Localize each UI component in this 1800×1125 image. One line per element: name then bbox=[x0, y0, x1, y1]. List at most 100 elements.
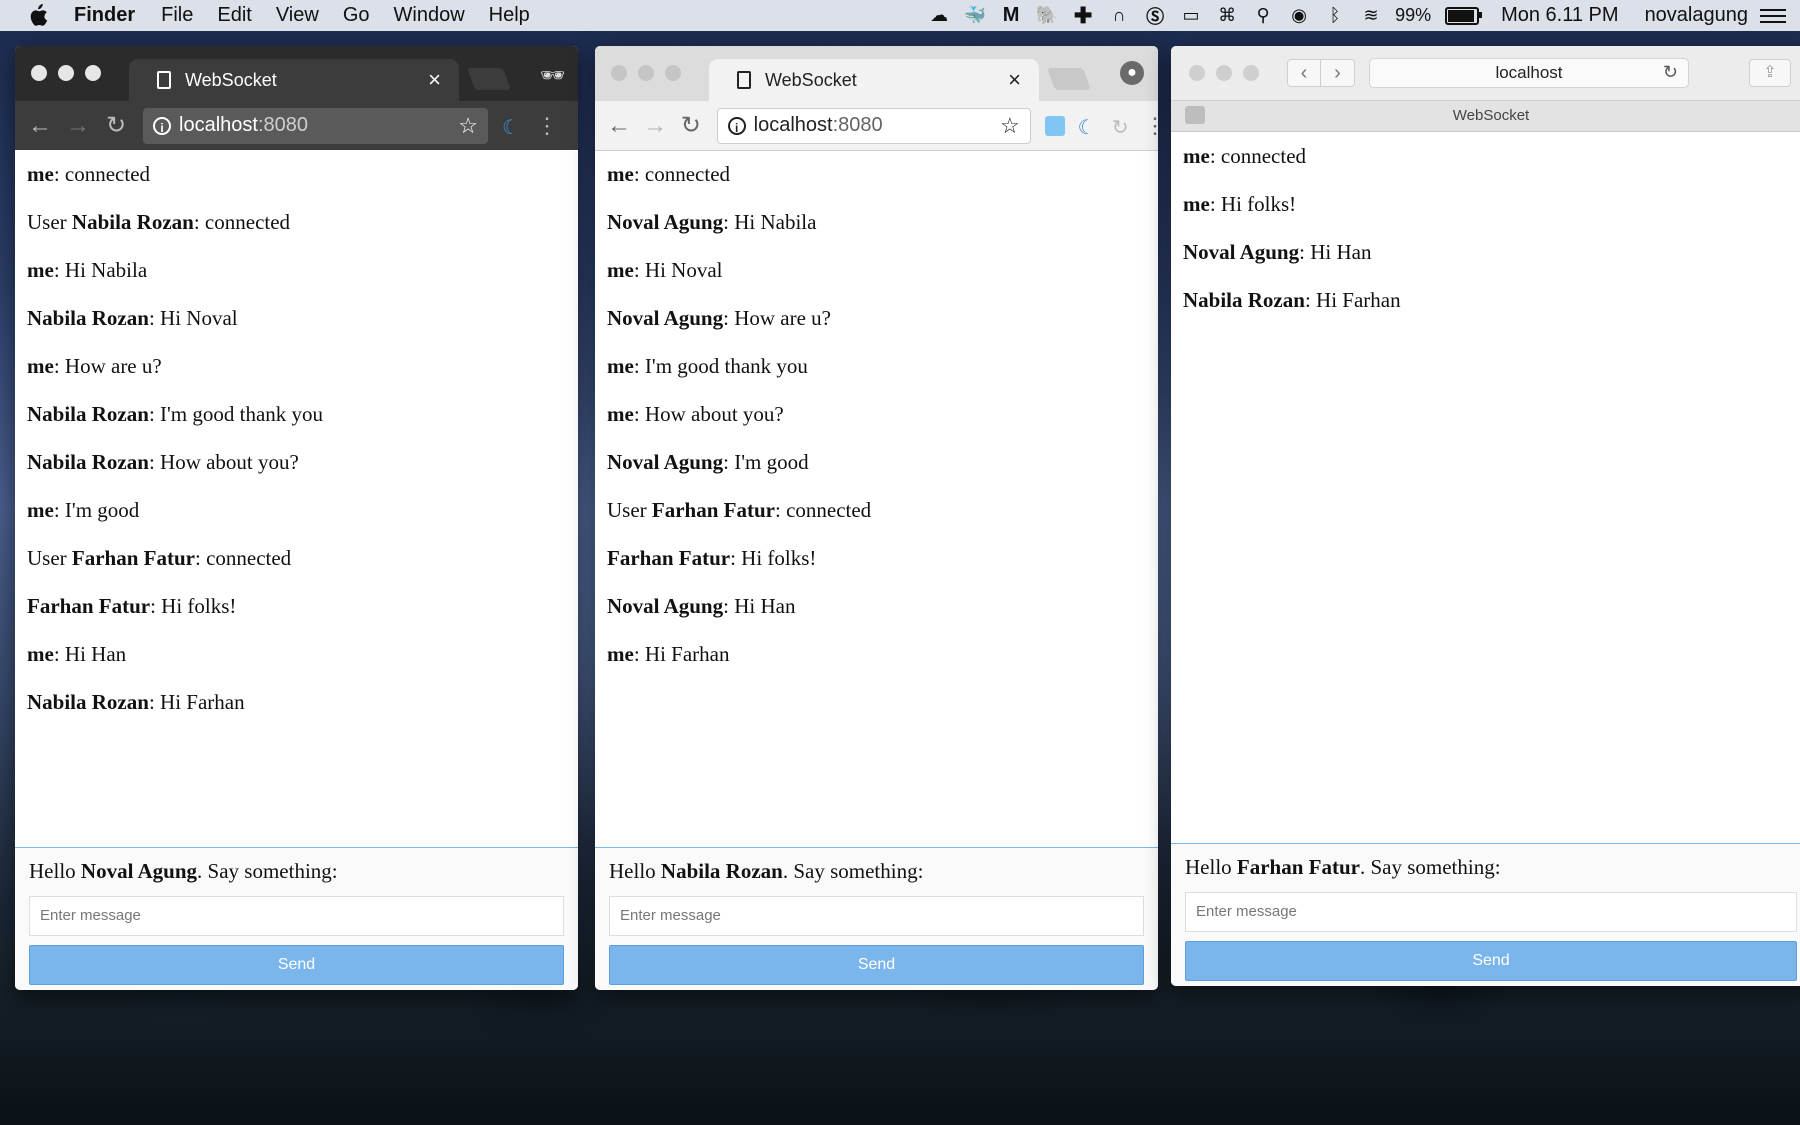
reload-icon[interactable]: ↻ bbox=[1663, 62, 1678, 83]
close-window-button[interactable] bbox=[1189, 65, 1205, 81]
extension-moon-icon[interactable]: ☾ bbox=[498, 115, 524, 139]
apple-icon[interactable] bbox=[28, 3, 50, 28]
zoom-window-button[interactable] bbox=[1243, 65, 1259, 81]
menu-bar: Finder File Edit View Go Window Help ☁ 🐳… bbox=[0, 0, 1800, 31]
message-input[interactable]: Enter message bbox=[609, 896, 1144, 936]
display-icon[interactable]: ▭ bbox=[1179, 5, 1203, 27]
menu-file[interactable]: File bbox=[161, 4, 193, 27]
share-icon[interactable]: ⇪ bbox=[1749, 59, 1791, 87]
extension-window-icon[interactable] bbox=[1044, 115, 1065, 136]
greeting-prefix: Hello bbox=[609, 859, 661, 883]
address-bar[interactable]: i localhost:8080 ☆ bbox=[716, 107, 1031, 144]
bookmark-star-icon[interactable]: ☆ bbox=[458, 113, 478, 139]
composer: Hello Farhan Fatur. Say something: Enter… bbox=[1171, 843, 1800, 986]
chat-message: Nabila Rozan: I'm good thank you bbox=[27, 390, 578, 438]
bluetooth-icon[interactable]: ᛒ bbox=[1323, 5, 1347, 27]
close-tab-icon[interactable]: × bbox=[428, 67, 441, 93]
docker-icon[interactable]: 🐳 bbox=[963, 5, 987, 27]
send-button[interactable]: Send bbox=[609, 945, 1144, 985]
message-sender: Noval Agung bbox=[607, 594, 724, 618]
search-icon[interactable]: ⚲ bbox=[1251, 5, 1275, 27]
zoom-window-button[interactable] bbox=[665, 65, 681, 81]
menu-kebab-icon[interactable]: ⋮ bbox=[1144, 113, 1158, 139]
address-bar[interactable]: localhost ↻ bbox=[1369, 58, 1689, 88]
menu-window[interactable]: Window bbox=[394, 4, 465, 27]
siri-icon[interactable]: ◉ bbox=[1287, 5, 1311, 27]
menu-help[interactable]: Help bbox=[489, 4, 530, 27]
close-window-button[interactable] bbox=[31, 65, 47, 81]
send-button[interactable]: Send bbox=[1185, 941, 1797, 981]
back-arrow-icon[interactable]: ← bbox=[27, 112, 53, 140]
wifi-icon[interactable]: ≋ bbox=[1359, 5, 1383, 27]
battery-percent[interactable]: 99% bbox=[1395, 5, 1431, 26]
new-tab-button[interactable] bbox=[466, 68, 512, 90]
reload-icon[interactable]: ↻ bbox=[103, 111, 129, 140]
chat-message: Nabila Rozan: Hi Noval bbox=[27, 294, 578, 342]
sidebar-icon[interactable] bbox=[1185, 106, 1205, 124]
menu-kebab-icon[interactable]: ⋮ bbox=[536, 113, 558, 139]
info-icon[interactable]: i bbox=[727, 116, 746, 135]
menu-go[interactable]: Go bbox=[343, 4, 370, 27]
new-tab-button[interactable] bbox=[1046, 68, 1092, 90]
back-chevron-icon[interactable]: ‹ bbox=[1287, 59, 1321, 87]
menu-edit[interactable]: Edit bbox=[217, 4, 251, 27]
zoom-window-button[interactable] bbox=[85, 65, 101, 81]
forward-arrow-icon[interactable]: → bbox=[65, 112, 91, 140]
message-text: : I'm good thank you bbox=[148, 402, 324, 426]
message-sender: me bbox=[607, 354, 634, 378]
message-sender: me bbox=[27, 498, 54, 522]
cloud-upload-icon[interactable]: ☁ bbox=[927, 5, 951, 27]
message-prefix: User bbox=[27, 546, 72, 570]
greeting-suffix: . Say something: bbox=[782, 859, 924, 883]
safari-toolbar: ‹ › localhost ↻ ⇪ bbox=[1171, 46, 1800, 100]
battery-icon[interactable] bbox=[1445, 6, 1483, 25]
elephant-icon[interactable]: 🐘 bbox=[1035, 5, 1059, 27]
message-text: : Hi Noval bbox=[633, 258, 723, 282]
menu-view[interactable]: View bbox=[276, 4, 319, 27]
chat-message: User Nabila Rozan: connected bbox=[27, 198, 578, 246]
greeting-suffix: . Say something: bbox=[197, 859, 338, 883]
message-sender: Nabila Rozan bbox=[27, 402, 149, 426]
message-text: : Hi folks! bbox=[1209, 192, 1297, 216]
notification-center-icon[interactable] bbox=[1760, 7, 1786, 25]
greeting-name: Farhan Fatur bbox=[1236, 855, 1360, 879]
clock[interactable]: Mon 6.11 PM bbox=[1501, 4, 1618, 27]
malwarebytes-icon[interactable]: M bbox=[999, 4, 1023, 27]
magnet-icon[interactable]: ∩ bbox=[1107, 5, 1131, 27]
reload-icon[interactable]: ↻ bbox=[679, 111, 703, 140]
message-sender: Noval Agung bbox=[607, 450, 724, 474]
extension-moon-icon[interactable]: ☾ bbox=[1075, 115, 1099, 139]
back-arrow-icon[interactable]: ← bbox=[607, 112, 631, 140]
keyboard-icon[interactable]: ⌘ bbox=[1215, 5, 1239, 27]
message-input[interactable]: Enter message bbox=[1185, 892, 1797, 932]
address-bar[interactable]: i localhost:8080 ☆ bbox=[143, 107, 488, 144]
extension-refresh-icon[interactable]: ↻ bbox=[1108, 115, 1132, 139]
close-window-button[interactable] bbox=[611, 65, 627, 81]
info-icon[interactable]: i bbox=[153, 116, 171, 135]
message-sender: me bbox=[1183, 192, 1210, 216]
skype-icon[interactable]: Ⓢ bbox=[1143, 5, 1167, 27]
forward-arrow-icon[interactable]: → bbox=[643, 112, 667, 140]
window-controls bbox=[611, 65, 681, 81]
browser-tab[interactable]: WebSocket × bbox=[709, 59, 1039, 101]
chat-message: Noval Agung: How are u? bbox=[607, 294, 1158, 342]
send-button[interactable]: Send bbox=[29, 945, 564, 985]
message-sender: Farhan Fatur bbox=[651, 498, 775, 522]
tab-title[interactable]: WebSocket bbox=[1453, 107, 1529, 124]
message-input[interactable]: Enter message bbox=[29, 896, 564, 936]
minimize-window-button[interactable] bbox=[58, 65, 74, 81]
url-port: :8080 bbox=[257, 114, 308, 136]
forward-chevron-icon[interactable]: › bbox=[1321, 59, 1355, 87]
minimize-window-button[interactable] bbox=[638, 65, 654, 81]
url-host: localhost bbox=[753, 114, 833, 136]
message-sender: me bbox=[607, 642, 634, 666]
user-name[interactable]: novalagung bbox=[1645, 4, 1748, 27]
plus-icon[interactable]: ✚ bbox=[1071, 3, 1095, 28]
menu-app-name[interactable]: Finder bbox=[74, 4, 135, 27]
bookmark-star-icon[interactable]: ☆ bbox=[1000, 113, 1020, 139]
profile-avatar-icon[interactable]: ● bbox=[1120, 61, 1144, 85]
minimize-window-button[interactable] bbox=[1216, 65, 1232, 81]
url-port: :8080 bbox=[832, 114, 883, 136]
browser-tab[interactable]: WebSocket × bbox=[129, 59, 459, 101]
close-tab-icon[interactable]: × bbox=[1008, 67, 1021, 93]
